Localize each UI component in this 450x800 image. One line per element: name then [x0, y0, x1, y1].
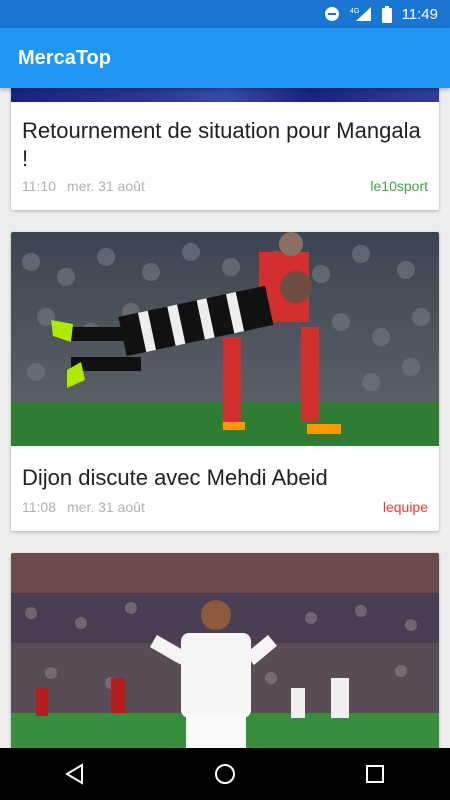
article-source[interactable]: lequipe [383, 499, 428, 515]
back-icon [65, 763, 83, 785]
battery-icon [381, 5, 392, 23]
article-card[interactable] [11, 553, 439, 748]
article-date: mer. 31 août [67, 499, 145, 515]
article-date: mer. 31 août [67, 178, 145, 194]
app-bar: MercaTop [0, 28, 450, 88]
article-source[interactable]: le10sport [370, 178, 428, 194]
recents-icon [366, 765, 384, 783]
article-meta: 11:08 mer. 31 août lequipe [22, 499, 428, 515]
status-time: 11:49 [401, 5, 438, 23]
article-time: 11:08 [22, 499, 56, 515]
home-icon [215, 764, 235, 784]
article-meta: 11:10 mer. 31 août le10sport [22, 178, 428, 194]
newcastle-player-diving-image [11, 232, 439, 446]
network-label: 4G [350, 8, 359, 15]
article-time: 11:10 [22, 178, 56, 194]
football-match-image [11, 88, 439, 102]
navigation-bar [0, 748, 450, 800]
status-bar: 4G 11:49 [0, 0, 450, 28]
article-card[interactable]: Retournement de situation pour Mangala !… [11, 88, 439, 210]
home-button[interactable] [205, 754, 245, 794]
article-card[interactable]: Dijon discute avec Mehdi Abeid 11:08 mer… [11, 232, 439, 531]
do-not-disturb-icon [324, 6, 340, 22]
news-feed[interactable]: Retournement de situation pour Mangala !… [0, 88, 450, 748]
back-button[interactable] [55, 754, 95, 794]
app-title: MercaTop [18, 46, 111, 69]
signal-4g-icon: 4G [350, 6, 372, 22]
article-title: Retournement de situation pour Mangala ! [22, 118, 421, 171]
article-title: Dijon discute avec Mehdi Abeid [22, 465, 328, 490]
recents-button[interactable] [355, 754, 395, 794]
real-madrid-player-stadium-image [11, 553, 439, 748]
